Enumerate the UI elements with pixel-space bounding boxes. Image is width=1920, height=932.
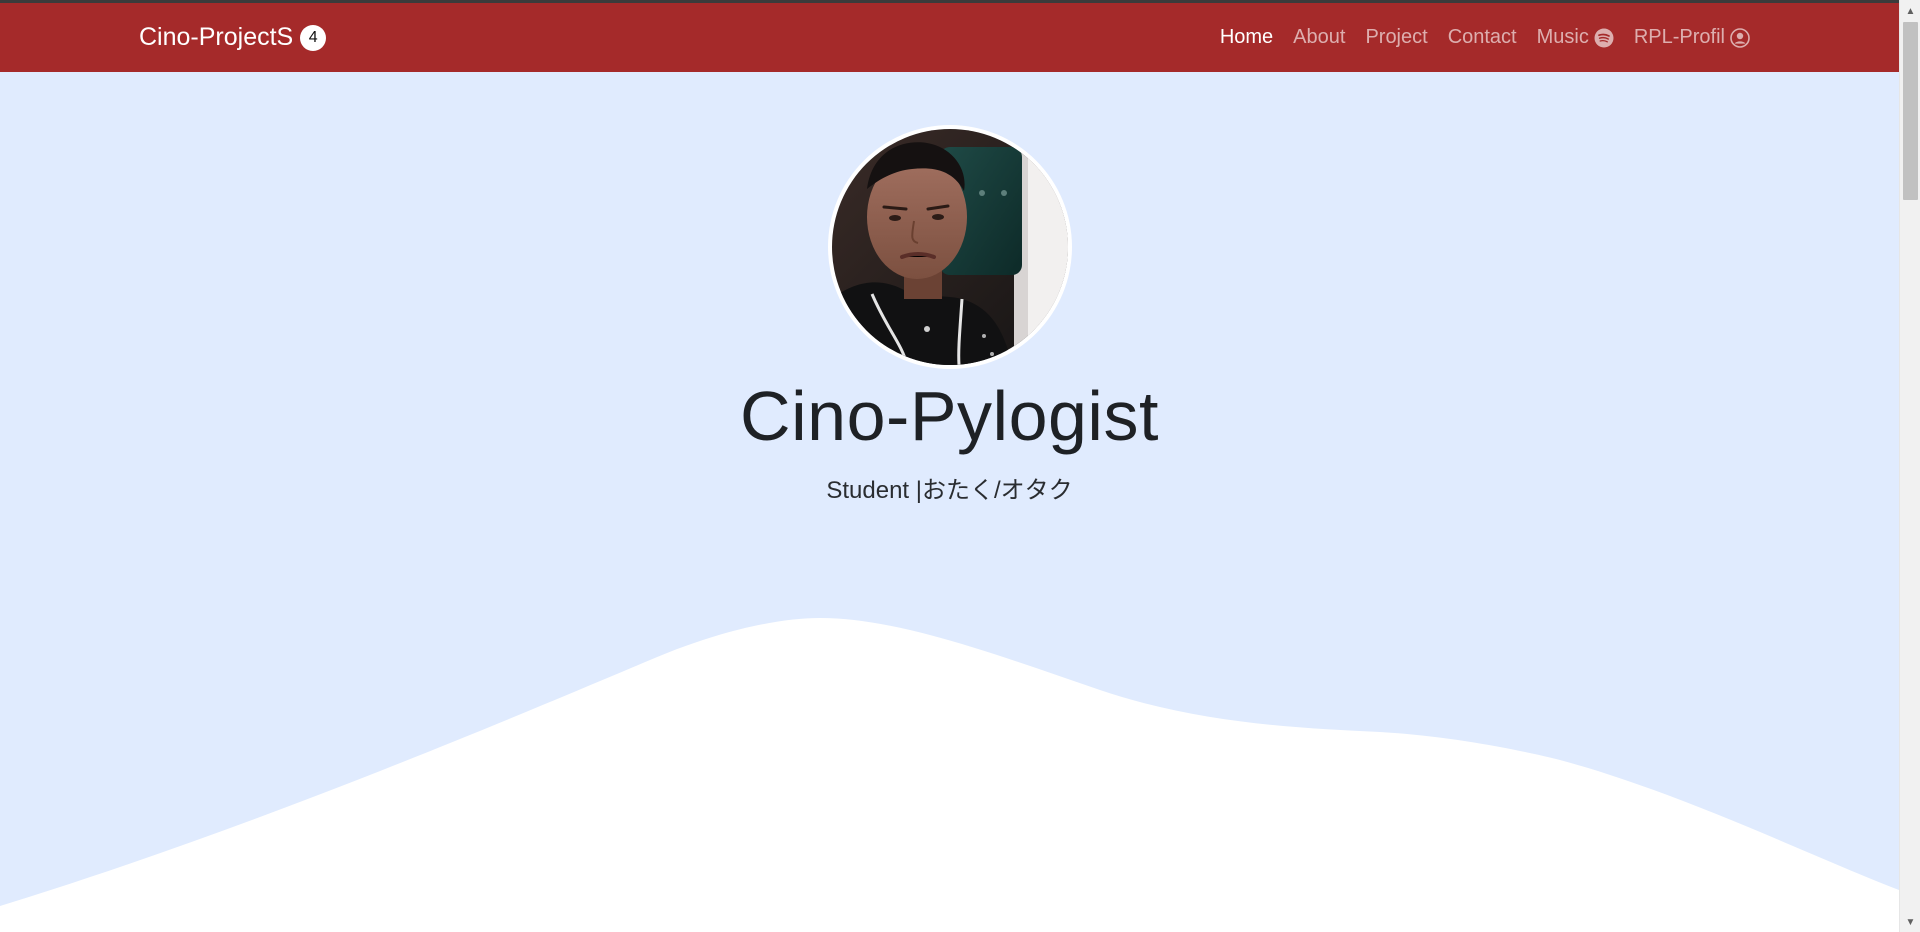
- scrollbar-thumb[interactable]: [1903, 22, 1918, 200]
- brand-badge: 4: [300, 24, 327, 51]
- scroll-down-arrow-icon[interactable]: ▼: [1900, 914, 1920, 932]
- scroll-up-arrow-icon[interactable]: ▲: [1900, 3, 1920, 21]
- nav-link-music[interactable]: Music: [1537, 26, 1614, 49]
- wave-divider: [0, 618, 1899, 932]
- nav-link-home[interactable]: Home: [1220, 26, 1273, 49]
- nav-link-label: About: [1293, 26, 1346, 48]
- brand-link[interactable]: Cino-ProjectS 4: [139, 3, 327, 72]
- nav-link-contact[interactable]: Contact: [1448, 26, 1517, 49]
- spotify-icon: [1594, 28, 1614, 47]
- navbar: Cino-ProjectS 4 Home About Project Conta…: [0, 3, 1899, 72]
- nav-links: Home About Project Contact Music RPL-Pro…: [1220, 3, 1750, 72]
- hero-subtitle: Student |おたく/オタク: [826, 477, 1073, 504]
- profile-avatar: [828, 125, 1072, 369]
- nav-link-about[interactable]: About: [1293, 26, 1345, 49]
- user-circle-icon: [1730, 27, 1750, 48]
- profile-photo: [832, 129, 1068, 365]
- nav-link-project[interactable]: Project: [1365, 26, 1427, 49]
- page-scrollbar[interactable]: ▲ ▼: [1899, 0, 1920, 932]
- nav-link-label: Home: [1219, 26, 1274, 48]
- nav-link-rpl-profil[interactable]: RPL-Profil: [1634, 26, 1750, 49]
- brand-name: Cino-ProjectS: [139, 23, 294, 51]
- hero-title: Cino-Pylogist: [740, 377, 1159, 455]
- nav-link-label: RPL-Profil: [1633, 26, 1725, 48]
- nav-link-label: Music: [1536, 26, 1589, 48]
- nav-link-label: Contact: [1447, 26, 1517, 48]
- nav-link-label: Project: [1365, 26, 1428, 48]
